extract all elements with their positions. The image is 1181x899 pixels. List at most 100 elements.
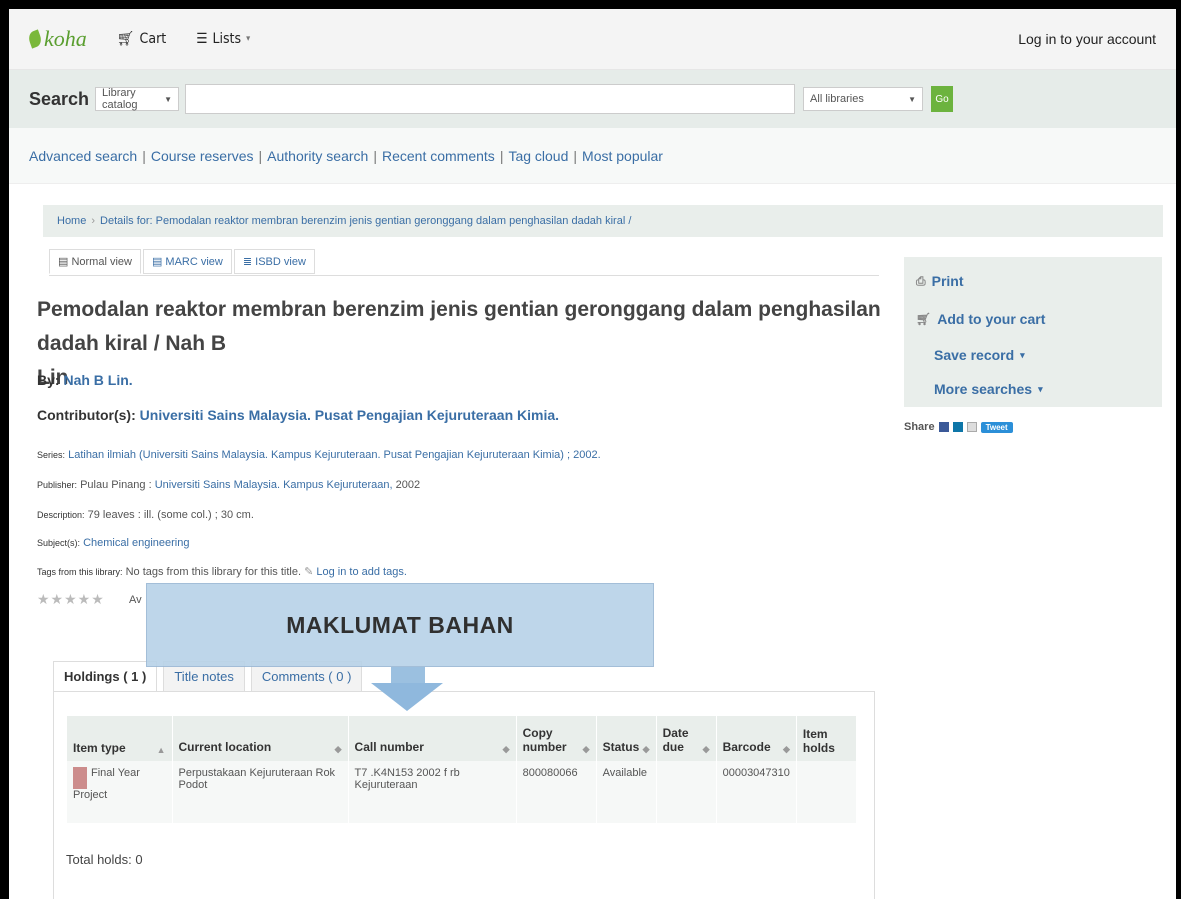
cart-label: Cart: [139, 31, 167, 47]
sort-icon: ◆: [334, 744, 342, 754]
col-barcode[interactable]: Barcode ◆: [716, 716, 797, 761]
tab-holdings[interactable]: Holdings ( 1 ): [53, 661, 158, 692]
caret-down-icon: ▼: [908, 94, 917, 104]
sort-icon: ◆: [782, 744, 790, 754]
cell-call-number: T7 .K4N153 2002 f rb Kejuruteraan: [348, 761, 517, 823]
most-popular-link[interactable]: Most popular: [582, 148, 663, 164]
publisher-link[interactable]: Universiti Sains Malaysia. Kampus Kejuru…: [155, 479, 393, 491]
authority-search-link[interactable]: Authority search: [267, 148, 368, 164]
tab-marc-view[interactable]: ▤ MARC view: [142, 249, 232, 274]
search-scope-select[interactable]: Library catalog ▼: [95, 87, 180, 111]
breadcrumb-home[interactable]: Home: [57, 215, 86, 227]
search-bar: Search Library catalog ▼ All libraries ▼…: [9, 70, 1176, 128]
logo-text: koha: [44, 26, 87, 51]
rating-text: Av: [129, 594, 142, 606]
cell-status: Available: [596, 761, 657, 823]
table-row: Final Year Project Perpustakaan Kejurute…: [67, 761, 858, 823]
contributor-link[interactable]: Universiti Sains Malaysia. Pusat Pengaji…: [140, 407, 559, 423]
arrow-down-icon: [371, 683, 443, 711]
more-searches-bar: Advanced search | Course reserves | Author…: [9, 128, 1176, 184]
add-to-cart-link[interactable]: 🛒︎ Add to your cart: [916, 311, 1045, 327]
tag-cloud-link[interactable]: Tag cloud: [508, 148, 568, 164]
recent-comments-link[interactable]: Recent comments: [382, 148, 495, 164]
breadcrumb-current[interactable]: Details for: Pemodalan reaktor membran b…: [100, 215, 631, 227]
top-navbar: koha 🛒︎ Cart ☰ Lists ▾ Log in to your ac…: [9, 9, 1176, 70]
col-status[interactable]: Status ◆: [596, 716, 657, 761]
actions-sidebar: ⎙ Print 🛒︎ Add to your cart Save record …: [904, 257, 1162, 407]
cell-item-holds: [796, 761, 858, 823]
leaf-icon: [26, 29, 44, 49]
holdings-panel: Item type ▲ Current location ◆ Call number…: [53, 691, 875, 899]
list-icon: ☰: [196, 31, 208, 47]
cart-icon: 🛒︎: [916, 312, 932, 326]
library-select[interactable]: All libraries ▼: [803, 87, 924, 111]
print-link[interactable]: ⎙ Print: [916, 273, 964, 289]
cell-barcode: 00003047310: [716, 761, 797, 823]
breadcrumb: Home › Details for: Pemodalan reaktor me…: [43, 205, 1163, 237]
caret-down-icon: ▾: [1020, 349, 1025, 360]
caret-down-icon: ▾: [1038, 383, 1043, 394]
pencil-icon: ✎: [304, 566, 314, 578]
view-tabs: ▤ Normal view ▤ MARC view ≣ ISBD view: [49, 249, 315, 274]
koha-logo[interactable]: koha: [26, 26, 87, 52]
cart-icon: 🛒︎: [116, 31, 135, 47]
cart-link[interactable]: 🛒︎ Cart: [117, 31, 166, 47]
col-item-type[interactable]: Item type ▲: [67, 716, 173, 761]
annotation-callout: MAKLUMAT BAHAN: [146, 583, 654, 667]
tweet-button[interactable]: Tweet: [980, 421, 1013, 433]
search-scope-value: Library catalog: [102, 87, 138, 111]
star-rating[interactable]: ★★★★★: [37, 591, 105, 608]
login-link[interactable]: Log in to your account: [1018, 31, 1156, 47]
col-item-holds[interactable]: Item holds: [796, 716, 858, 761]
caret-down-icon: ▼: [164, 94, 173, 104]
caret-down-icon: ▾: [246, 34, 251, 44]
save-record-dropdown[interactable]: Save record ▾: [934, 347, 1025, 363]
document-icon: ▤: [58, 256, 72, 268]
author-line: By: Nah B Lin.: [37, 372, 133, 388]
go-button[interactable]: Go: [931, 86, 954, 112]
lists-label: Lists: [212, 31, 242, 47]
tab-isbd-view[interactable]: ≣ ISBD view: [233, 249, 315, 274]
advanced-search-link[interactable]: Advanced search: [29, 148, 137, 164]
tab-divider: [49, 275, 879, 276]
sort-icon: ◆: [702, 744, 710, 754]
record-title: Pemodalan reaktor membran berenzim jenis…: [37, 298, 881, 389]
col-date-due[interactable]: Date due ◆: [656, 716, 717, 761]
callout-text: MAKLUMAT BAHAN: [286, 612, 514, 638]
subject-link[interactable]: Chemical engineering: [83, 537, 189, 549]
col-call-number[interactable]: Call number ◆: [348, 716, 517, 761]
series-link[interactable]: Latihan ilmiah (Universiti Sains Malaysi…: [68, 449, 601, 461]
lists-dropdown[interactable]: ☰ Lists ▾: [196, 31, 250, 47]
cell-date-due: [656, 761, 717, 823]
sort-icon: ◆: [582, 744, 590, 754]
share-row: Share Tweet: [904, 421, 1013, 433]
author-link[interactable]: Nah B Lin.: [63, 372, 132, 388]
series-line: Series: Latihan ilmiah (Universiti Sains…: [37, 449, 601, 461]
item-type-icon: [73, 767, 87, 789]
tab-normal-view[interactable]: ▤ Normal view: [49, 249, 141, 274]
holdings-table: Item type ▲ Current location ◆ Call number…: [67, 716, 858, 823]
cell-copy-number: 800080066: [516, 761, 597, 823]
linkedin-icon[interactable]: [952, 422, 963, 432]
login-to-tag-link[interactable]: Log in to add tags.: [316, 566, 407, 578]
contributor-line: Contributor(s): Universiti Sains Malaysi…: [37, 407, 560, 423]
email-icon[interactable]: [966, 422, 977, 432]
publisher-line: Publisher: Pulau Pinang : Universiti Sai…: [37, 479, 421, 491]
printer-icon: ⎙: [916, 273, 926, 288]
subjects-line: Subject(s): Chemical engineering: [37, 537, 190, 549]
facebook-icon[interactable]: [938, 422, 949, 432]
table-header-row: Item type ▲ Current location ◆ Call number…: [67, 716, 858, 761]
search-label: Search: [29, 88, 90, 109]
col-copy-number[interactable]: Copy number ◆: [516, 716, 597, 761]
sort-icon: ◆: [642, 744, 650, 754]
col-current-location[interactable]: Current location ◆: [172, 716, 349, 761]
search-input[interactable]: [185, 84, 796, 114]
document-icon: ▤: [151, 256, 166, 268]
browser-page: koha 🛒︎ Cart ☰ Lists ▾ Log in to your ac…: [9, 9, 1176, 899]
more-searches-dropdown[interactable]: More searches ▾: [934, 381, 1043, 397]
tags-line: Tags from this library: No tags from thi…: [37, 566, 407, 578]
callout-arrow-stem: [391, 667, 425, 683]
library-value: All libraries: [810, 93, 864, 105]
list-icon: ≣: [242, 256, 256, 268]
course-reserves-link[interactable]: Course reserves: [151, 148, 254, 164]
